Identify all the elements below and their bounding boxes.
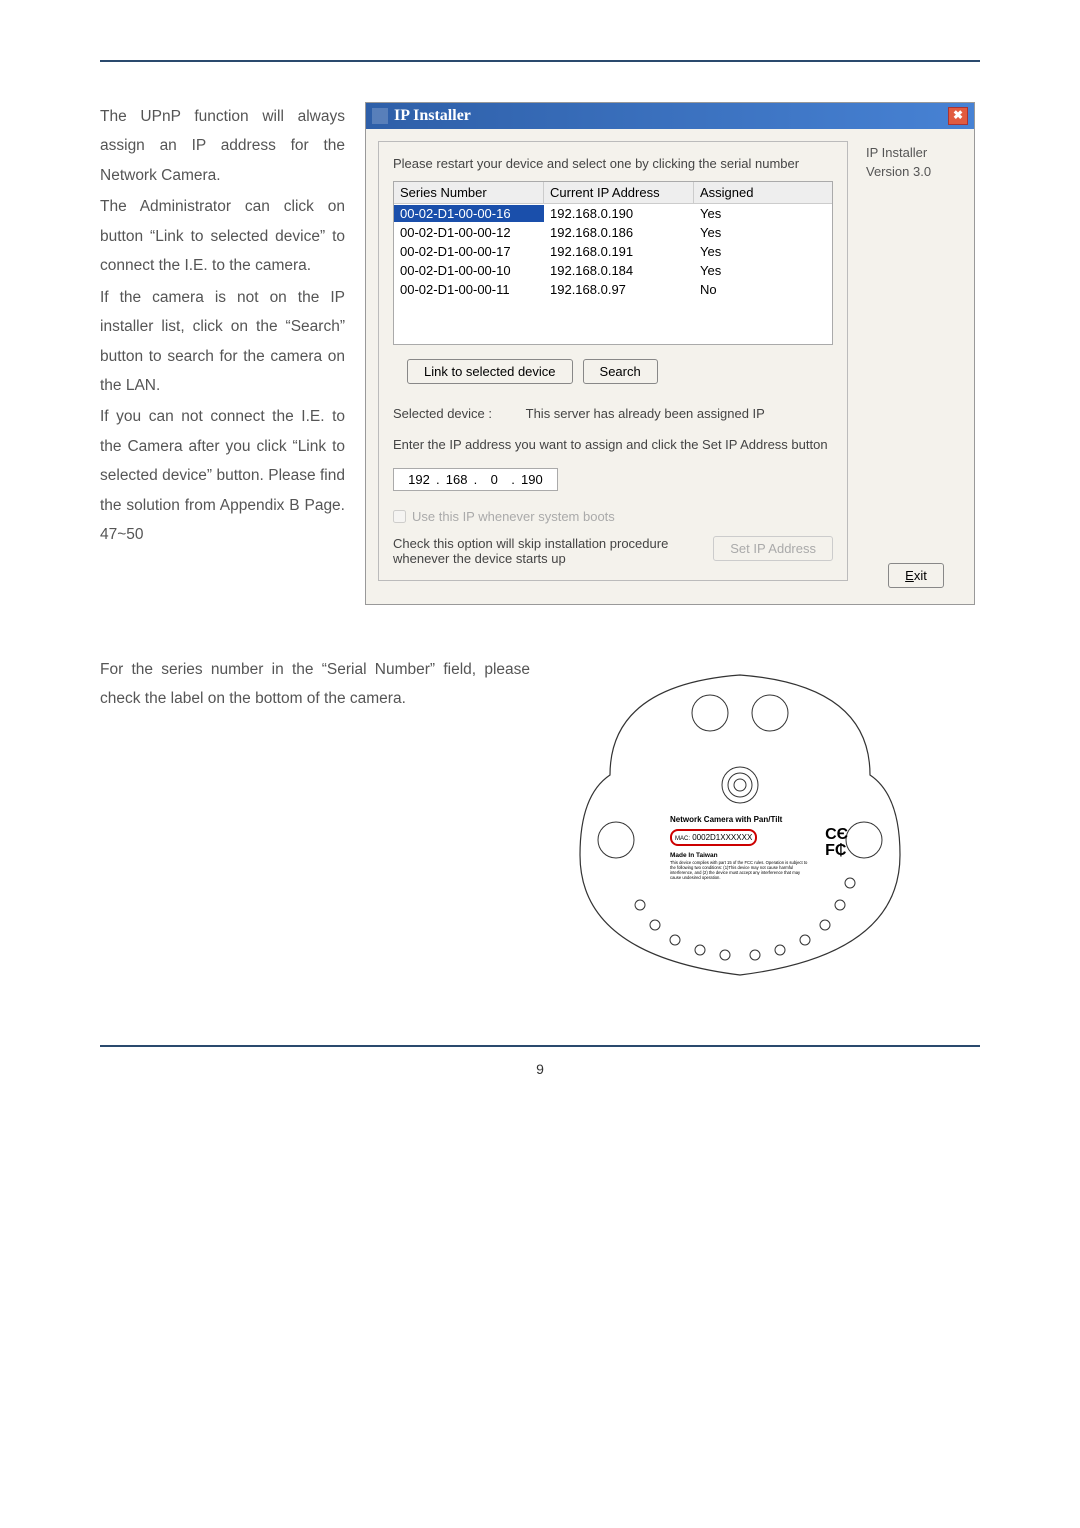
bottom-divider [100,1045,980,1047]
row-assigned: Yes [694,262,832,279]
mac-value: 0002D1XXXXXX [692,833,752,842]
row-serial: 00-02-D1-00-00-11 [394,281,544,298]
row-ip: 192.168.0.186 [544,224,694,241]
mac-prefix: MAC: [675,836,690,842]
device-row[interactable]: 00-02-D1-00-00-17192.168.0.191Yes [394,242,832,261]
selected-device-msg: This server has already been assigned IP [526,406,765,421]
list-header: Series Number Current IP Address Assigne… [394,182,832,204]
link-button[interactable]: Link to selected device [407,359,573,384]
row-serial: 00-02-D1-00-00-10 [394,262,544,279]
sidebar-info: IP Installer Version 3.0 Exit [862,141,962,592]
boot-checkbox[interactable] [393,510,406,523]
ip-octet-3[interactable] [477,472,511,487]
row-assigned: No [694,281,832,298]
ip-input-group: . . . [393,468,558,491]
ip-octet-4[interactable] [515,472,549,487]
boot-hint: Check this option will skip installation… [393,536,693,566]
selected-device-label: Selected device : [393,406,492,421]
row-assigned: Yes [694,224,832,241]
page-number: 9 [100,1061,980,1077]
row-ip: 192.168.0.190 [544,205,694,222]
row-serial: 00-02-D1-00-00-17 [394,243,544,260]
camera-label-title: Network Camera with Pan/Tilt [670,815,840,824]
paragraph-2: The Administrator can click on button “L… [100,192,345,280]
paragraph-3: If the camera is not on the IP installer… [100,283,345,401]
row-serial: 00-02-D1-00-00-12 [394,224,544,241]
enter-ip-label: Enter the IP address you want to assign … [393,437,833,452]
instruction-text: The UPnP function will always assign an … [100,102,345,605]
ip-installer-window: IP Installer ✖ Please restart your devic… [365,102,975,605]
boot-checkbox-label: Use this IP whenever system boots [412,509,615,524]
selected-device-line: Selected device : This server has alread… [393,406,833,421]
paragraph-4: If you can not connect the I.E. to the C… [100,402,345,549]
row-serial: 00-02-D1-00-00-16 [394,205,544,222]
row-ip: 192.168.0.97 [544,281,694,298]
camera-bottom-diagram: Network Camera with Pan/Tilt MAC: 0002D1… [570,655,910,995]
top-divider [100,60,980,62]
device-list: Series Number Current IP Address Assigne… [393,181,833,345]
made-in-label: Made In Taiwan [670,852,840,859]
window-title: IP Installer [394,107,948,125]
ip-octet-2[interactable] [440,472,474,487]
row-assigned: Yes [694,205,832,222]
app-version: Version 3.0 [866,164,958,179]
device-row[interactable]: 00-02-D1-00-00-12192.168.0.186Yes [394,223,832,242]
mac-label-box: MAC: 0002D1XXXXXX [670,829,757,846]
ce-icon: CЄ [825,827,848,843]
fc-icon: F₵ [825,843,848,859]
col-assigned[interactable]: Assigned [694,182,832,203]
boot-checkbox-row: Use this IP whenever system boots [393,509,833,524]
row-assigned: Yes [694,243,832,260]
app-icon [372,108,388,124]
fcc-statement: This device complies with part 15 of the… [670,860,810,880]
exit-button[interactable]: Exit [888,563,944,588]
ip-octet-1[interactable] [402,472,436,487]
set-ip-button[interactable]: Set IP Address [713,536,833,561]
instruction-label: Please restart your device and select on… [393,156,833,171]
row-ip: 192.168.0.184 [544,262,694,279]
main-panel: Please restart your device and select on… [378,141,848,581]
search-button[interactable]: Search [583,359,658,384]
device-row[interactable]: 00-02-D1-00-00-11192.168.0.97No [394,280,832,299]
lower-text: For the series number in the “Serial Num… [100,655,530,714]
app-name: IP Installer [866,145,958,160]
col-ip[interactable]: Current IP Address [544,182,694,203]
paragraph-1: The UPnP function will always assign an … [100,102,345,190]
titlebar: IP Installer ✖ [366,103,974,129]
col-series[interactable]: Series Number [394,182,544,203]
device-row[interactable]: 00-02-D1-00-00-16192.168.0.190Yes [394,204,832,223]
row-ip: 192.168.0.191 [544,243,694,260]
cert-icons: CЄ F₵ [825,827,848,859]
close-button[interactable]: ✖ [948,107,968,125]
device-row[interactable]: 00-02-D1-00-00-10192.168.0.184Yes [394,261,832,280]
